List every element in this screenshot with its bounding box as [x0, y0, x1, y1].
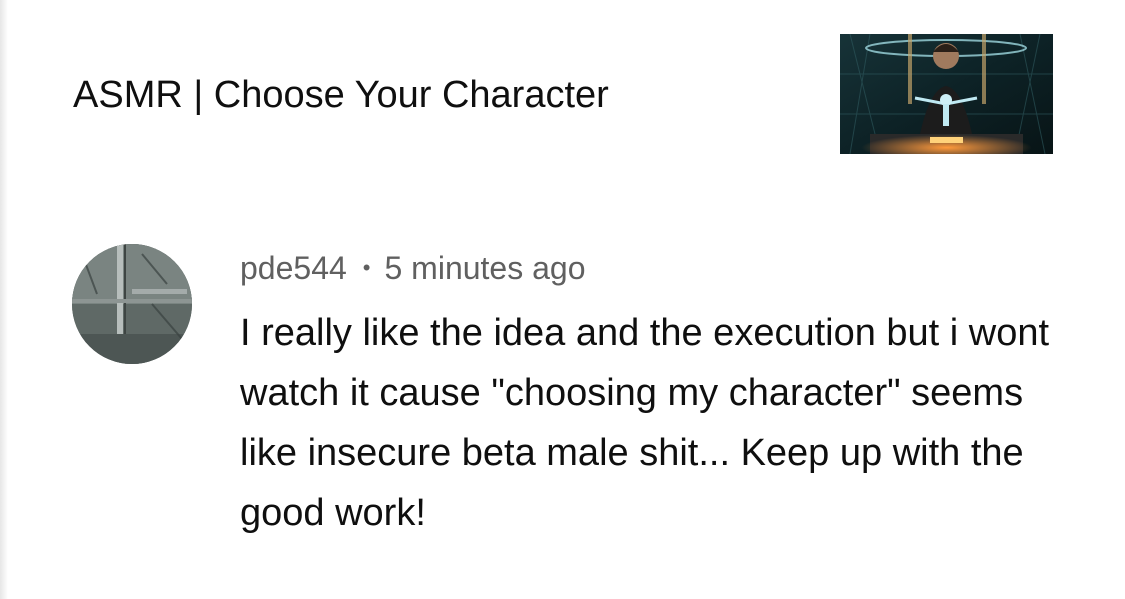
video-title[interactable]: ASMR | Choose Your Character	[73, 72, 609, 118]
user-avatar[interactable]	[72, 244, 192, 364]
comment-text: I really like the idea and the execution…	[240, 312, 1050, 534]
comment-item[interactable]: pde544 • 5 minutes ago I really like the i…	[0, 230, 1125, 560]
comment-meta: pde544 • 5 minutes ago	[240, 248, 586, 288]
avatar-image	[72, 244, 192, 364]
video-header[interactable]: ASMR | Choose Your Character	[0, 0, 1125, 190]
comment-page: ASMR | Choose Your Character pde544 • 5 …	[0, 0, 1125, 599]
meta-separator: •	[362, 255, 371, 280]
thumbnail-image	[840, 34, 1053, 154]
comment-author[interactable]: pde544	[240, 250, 347, 286]
video-thumbnail[interactable]	[840, 34, 1053, 154]
comment-timestamp[interactable]: 5 minutes ago	[384, 250, 585, 286]
